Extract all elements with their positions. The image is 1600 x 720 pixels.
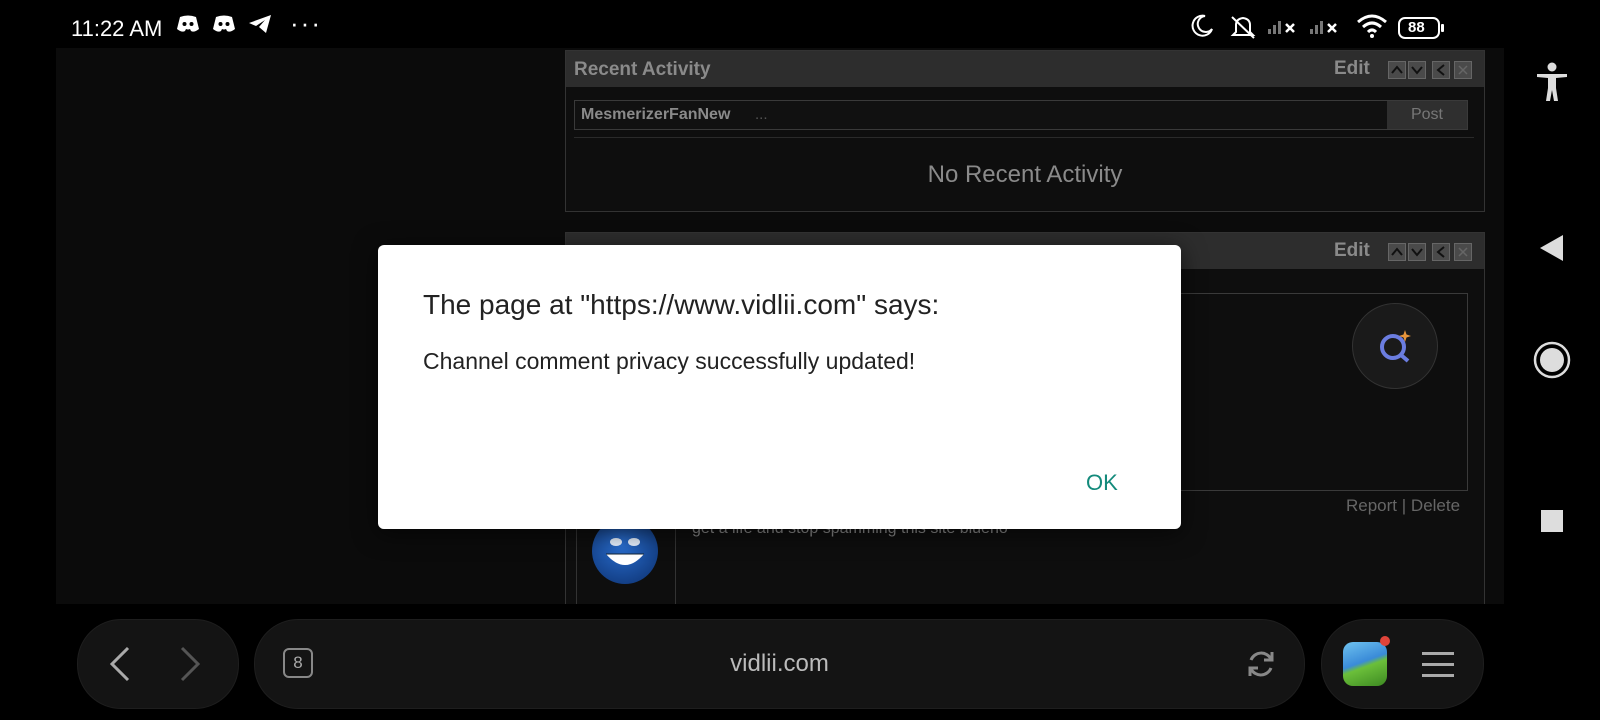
- game-app-icon[interactable]: [1343, 642, 1387, 686]
- ok-button[interactable]: OK: [1078, 466, 1126, 500]
- alert-dialog: The page at "https://www.vidlii.com" say…: [378, 245, 1181, 529]
- menu-pill: [1321, 619, 1484, 709]
- chevron-right-icon: [180, 646, 201, 682]
- browser-back-button[interactable]: [108, 646, 132, 687]
- browser-forward-button[interactable]: [178, 646, 202, 687]
- dialog-message: Channel comment privacy successfully upd…: [423, 348, 916, 374]
- browser-menu-button[interactable]: [1420, 648, 1456, 685]
- dialog-title: The page at "https://www.vidlii.com" say…: [423, 289, 940, 320]
- nav-pill: [77, 619, 239, 709]
- browser-toolbar: 8 vidlii.com: [0, 604, 1504, 720]
- refresh-button[interactable]: [1245, 648, 1277, 685]
- notification-dot: [1380, 636, 1390, 646]
- url-text[interactable]: vidlii.com: [255, 650, 1304, 678]
- chevron-left-icon: [109, 646, 130, 682]
- address-bar[interactable]: 8 vidlii.com: [254, 619, 1305, 709]
- hamburger-menu-icon: [1422, 652, 1454, 677]
- refresh-icon: [1248, 651, 1274, 677]
